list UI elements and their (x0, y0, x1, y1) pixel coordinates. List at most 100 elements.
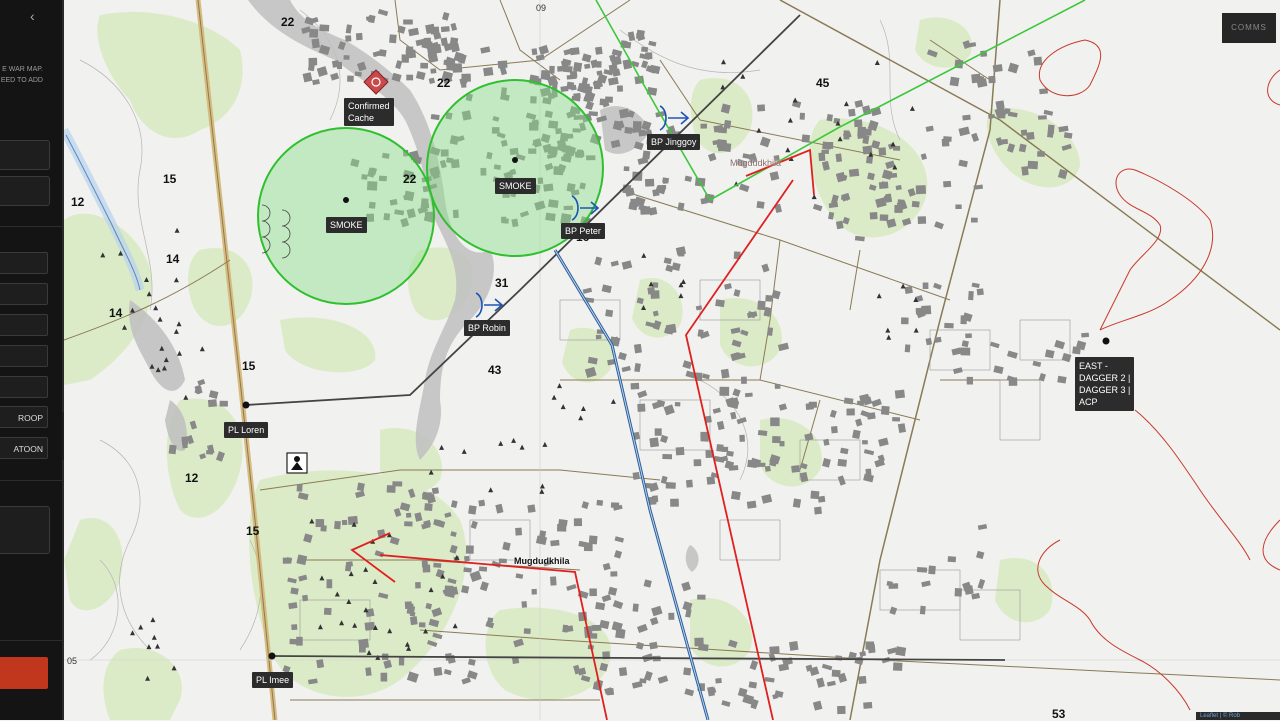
building (911, 200, 920, 208)
sidebar-option[interactable] (0, 252, 48, 274)
chevron-left-icon[interactable]: ‹ (30, 8, 35, 24)
building (848, 168, 860, 177)
sidebar-action-button[interactable] (0, 657, 48, 689)
smoke-label[interactable]: SMOKE (495, 178, 536, 194)
building (440, 26, 450, 33)
building (573, 518, 583, 527)
sidebar-divider (0, 480, 62, 481)
building (857, 132, 867, 140)
building (770, 417, 780, 427)
building (632, 471, 640, 480)
building (566, 81, 575, 90)
building (789, 641, 799, 651)
building (665, 482, 676, 489)
sidebar-platoon-button[interactable]: ATOON (0, 437, 48, 459)
building (894, 204, 903, 213)
building (862, 440, 868, 445)
elevation-label: 22 (403, 172, 417, 186)
building (378, 49, 387, 57)
building (941, 138, 950, 147)
building (573, 62, 583, 72)
bp-jinggoy-label[interactable]: BP Jinggoy (647, 134, 701, 150)
pl-loren-label[interactable]: PL Loren (224, 422, 269, 438)
building (865, 468, 872, 476)
building (817, 495, 826, 503)
building (365, 625, 373, 631)
sidebar-option[interactable] (0, 376, 48, 398)
building (326, 579, 333, 589)
building (917, 216, 927, 224)
building (827, 141, 834, 149)
smoke-center-point (343, 197, 349, 203)
building (892, 417, 901, 422)
building (405, 49, 417, 59)
building (934, 336, 942, 343)
building (955, 204, 962, 210)
building (992, 64, 1003, 73)
sidebar-panel[interactable] (0, 506, 50, 554)
bp-peter-label[interactable]: BP Peter (561, 223, 605, 239)
building (739, 434, 745, 442)
building (618, 667, 628, 677)
building (291, 624, 298, 631)
sidebar-input[interactable] (0, 140, 50, 170)
bp-robin-label[interactable]: BP Robin (464, 320, 510, 336)
building (756, 201, 765, 209)
building (289, 638, 300, 645)
building (649, 437, 660, 448)
building (207, 399, 217, 408)
sidebar-option[interactable] (0, 345, 48, 367)
building (674, 401, 681, 407)
pl-imee-label[interactable]: PL Imee (252, 672, 294, 688)
building (662, 177, 670, 184)
sidebar-option[interactable] (0, 283, 48, 305)
building (386, 485, 396, 493)
smoke-label[interactable]: SMOKE (326, 217, 367, 233)
building (748, 681, 758, 689)
building (307, 63, 315, 72)
sidebar-troop-button[interactable]: ROOP (0, 406, 48, 428)
sidebar-input[interactable] (0, 176, 50, 206)
sidebar-divider (0, 640, 62, 641)
building (867, 643, 876, 654)
building (835, 220, 844, 230)
building (409, 611, 416, 617)
map-attribution[interactable]: Leaflet | © Rob (1196, 712, 1280, 720)
east-acp-label[interactable]: EAST - DAGGER 2 | DAGGER 3 | ACP (1075, 357, 1135, 411)
building (741, 376, 747, 384)
building (355, 32, 363, 41)
elevation-label: 12 (71, 195, 85, 209)
building (848, 108, 856, 117)
town-label: Mugdudkhila (730, 158, 782, 168)
elevation-label: 15 (163, 172, 177, 186)
building (557, 524, 567, 532)
building (550, 576, 557, 586)
building (878, 147, 887, 156)
building (757, 300, 766, 311)
smoke-area-1[interactable] (257, 127, 435, 305)
building (693, 459, 702, 467)
building (792, 498, 802, 508)
aid-station-icon[interactable] (286, 452, 308, 474)
building (774, 384, 781, 389)
building (647, 286, 656, 295)
building (769, 646, 780, 654)
building (746, 500, 757, 509)
sidebar-option[interactable] (0, 314, 48, 336)
building (949, 76, 960, 87)
building (668, 612, 675, 620)
building (919, 605, 926, 615)
building (588, 535, 598, 545)
building (425, 23, 436, 35)
building (560, 60, 569, 68)
building (651, 495, 659, 503)
building (461, 585, 470, 594)
building (960, 315, 967, 325)
building (894, 389, 906, 399)
confirmed-cache-label[interactable]: Confirmed Cache (344, 98, 394, 126)
building (652, 282, 659, 288)
building (644, 178, 655, 187)
comms-button[interactable]: COMMS (1222, 13, 1276, 43)
building (415, 582, 421, 589)
building (943, 180, 952, 188)
